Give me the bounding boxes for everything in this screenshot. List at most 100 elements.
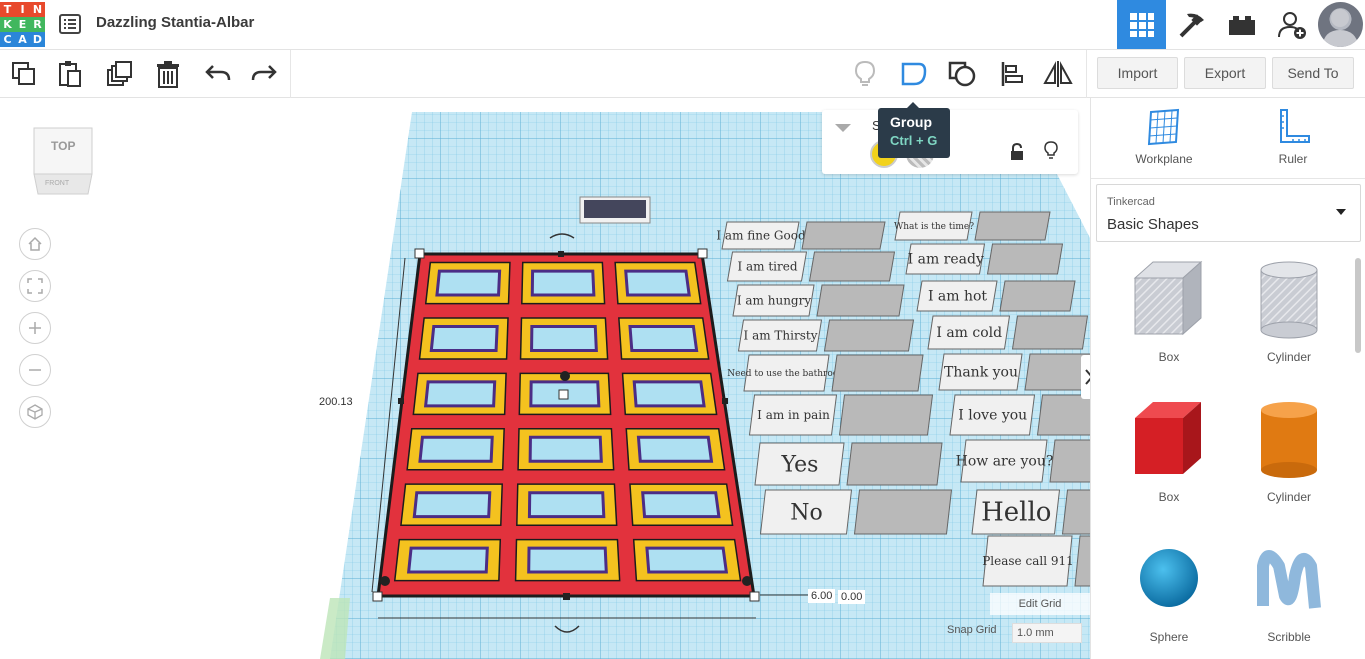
align-button[interactable]: [996, 58, 1028, 90]
edit-grid-button[interactable]: Edit Grid: [990, 593, 1090, 615]
shape-label: Box: [1158, 490, 1180, 504]
logo-letter: I: [15, 2, 30, 17]
viewcube-top-label: TOP: [51, 139, 76, 153]
collapse-inspector-icon[interactable]: [835, 124, 851, 132]
panel-divider: [1091, 178, 1365, 179]
cylinder-icon: [1260, 261, 1318, 339]
shape-library-select[interactable]: Tinkercad Basic Shapes: [1096, 184, 1361, 242]
box-icon: [1133, 260, 1203, 336]
board-cell-window: [412, 491, 492, 519]
workplane-tool[interactable]: Workplane: [1114, 108, 1214, 172]
paste-button[interactable]: [54, 58, 86, 90]
board-cell-window: [527, 491, 606, 519]
fit-view-button[interactable]: [19, 270, 51, 302]
zoom-in-button[interactable]: [19, 312, 51, 344]
top-bar: T I N K E R C A D Dazzling Stantia-Albar: [0, 0, 1365, 50]
board-cell-window: [636, 435, 714, 463]
duplicate-button[interactable]: [104, 58, 136, 90]
board-cell-window: [624, 269, 691, 297]
sphere-icon: [1140, 549, 1198, 607]
logo-letter: R: [30, 17, 45, 32]
align-icon: [1001, 62, 1023, 86]
copy-button[interactable]: [8, 58, 40, 90]
snap-grid-label: Snap Grid: [947, 624, 997, 636]
shape-cylinder-orange[interactable]: Cylinder: [1229, 396, 1349, 526]
shape-box-red[interactable]: Box: [1109, 396, 1229, 526]
snap-grid-select[interactable]: 1.0 mm: [1012, 623, 1082, 643]
board-cell-window: [527, 546, 608, 574]
shape-scribble[interactable]: Scribble: [1229, 536, 1349, 659]
ruler-tool[interactable]: Ruler: [1243, 108, 1343, 172]
right-panel: Workplane Ruler Tinkercad Basic Shapes B…: [1090, 98, 1365, 659]
board-cell-window: [628, 325, 699, 352]
undo-button[interactable]: [202, 58, 234, 90]
viewcube-front-label: FRONT: [45, 180, 70, 187]
duplicate-icon: [107, 61, 132, 86]
workplane-icon: [1147, 108, 1180, 146]
grid-icon: [1129, 12, 1154, 37]
toolbar-divider: [1086, 50, 1087, 98]
elevation-dimension[interactable]: 6.00: [808, 589, 836, 603]
ungroup-button[interactable]: [946, 58, 978, 90]
height-dimension[interactable]: 200.13: [316, 395, 356, 409]
ruler-icon: [1280, 109, 1310, 143]
import-button[interactable]: Import: [1097, 57, 1178, 89]
lock-icon[interactable]: [1010, 143, 1024, 161]
visibility-lightbulb-icon[interactable]: [1044, 141, 1058, 161]
perspective-button[interactable]: [19, 396, 51, 428]
ungroup-icon: [948, 61, 976, 87]
logo-letter: K: [0, 17, 15, 32]
board-cell-window: [641, 491, 721, 519]
shape-grid: Box Cylinder Box Cylinder Sphere Scribbl…: [1091, 256, 1356, 659]
mirror-button[interactable]: [1042, 58, 1074, 90]
group-button[interactable]: [898, 58, 930, 90]
lightbulb-icon: [854, 60, 876, 86]
shape-label: Cylinder: [1266, 490, 1311, 504]
pickaxe-icon: [1179, 13, 1204, 37]
grid-settings: Edit Grid Snap Grid 1.0 mm: [947, 593, 1090, 653]
home-view-button[interactable]: [19, 228, 51, 260]
board-cell-window: [435, 269, 502, 297]
shape-box-gray[interactable]: Box: [1109, 256, 1229, 386]
design-title[interactable]: Dazzling Stantia-Albar: [96, 14, 254, 31]
zoom-in-icon: [29, 322, 41, 334]
invite-user-button[interactable]: [1267, 0, 1316, 49]
minecraft-tab[interactable]: [1167, 0, 1216, 49]
panel-scrollbar[interactable]: [1355, 258, 1361, 353]
offset-dimension[interactable]: 0.00: [838, 590, 866, 604]
ruler-label: Ruler: [1278, 152, 1308, 166]
view-cube[interactable]: TOP FRONT: [30, 120, 96, 196]
shape-inspector[interactable]: S: [822, 110, 1078, 174]
scribble-icon: [1257, 550, 1321, 609]
workspace-canvas[interactable]: I am fine Good I am tired I am hungry I am …: [0, 98, 1090, 659]
board-cell-window: [423, 380, 497, 408]
shape-label: Scribble: [1267, 630, 1311, 644]
board-cell-window: [645, 546, 729, 574]
logo-letter: T: [0, 2, 15, 17]
group-icon: [901, 62, 927, 86]
send-to-button[interactable]: Send To: [1272, 57, 1354, 89]
shape-label: Box: [1158, 350, 1180, 364]
logo-letter: A: [15, 32, 30, 47]
delete-button[interactable]: [152, 58, 184, 90]
bricks-icon: [1228, 15, 1255, 35]
3d-design-tab[interactable]: [1117, 0, 1166, 49]
export-button[interactable]: Export: [1184, 57, 1266, 89]
board-cell-window: [429, 325, 499, 352]
perspective-icon: [27, 404, 43, 420]
design-list-icon[interactable]: [58, 12, 82, 36]
show-all-button[interactable]: [849, 58, 881, 90]
shape-sphere[interactable]: Sphere: [1109, 536, 1229, 659]
redo-button[interactable]: [248, 58, 280, 90]
zoom-out-button[interactable]: [19, 354, 51, 386]
cylinder-icon: [1261, 402, 1317, 478]
toolbar-divider: [290, 50, 291, 98]
bricks-tab[interactable]: [1217, 0, 1266, 49]
paste-icon: [59, 61, 81, 87]
selected-board[interactable]: [0, 98, 1090, 659]
workplane-label: Workplane: [1135, 152, 1193, 166]
shape-cylinder-gray[interactable]: Cylinder: [1229, 256, 1349, 386]
tinkercad-logo[interactable]: T I N K E R C A D: [0, 2, 46, 48]
box-icon: [1135, 402, 1201, 474]
avatar[interactable]: [1318, 2, 1363, 47]
